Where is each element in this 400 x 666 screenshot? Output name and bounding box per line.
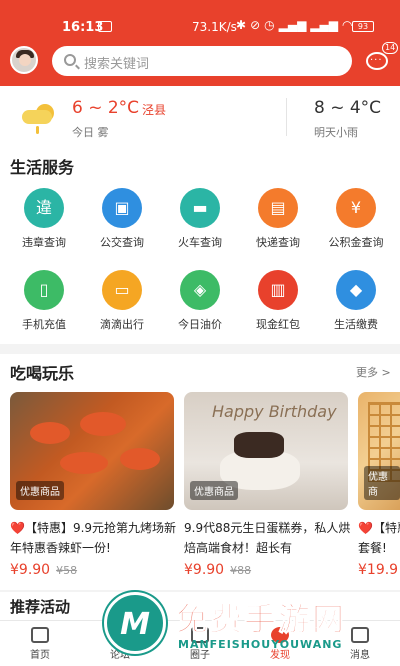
deal-description: ❤️【特惠】9.9元抢第九烤场新年特惠香辣虾一份! (10, 521, 177, 555)
battery-icon: 93 (352, 21, 374, 32)
more-link[interactable]: 更多 > (356, 364, 391, 380)
life-services-section: 生活服务 違违章查询 ▣ 公交查询 ▬ 火车查询 ▤ 快递查询 ¥ 公积金查询 ▯ 手机充值 ▭ 滴滴出… (0, 148, 400, 344)
deal-card[interactable]: 优惠商 ❤️【特惠】套餐! ¥19.9 (358, 392, 400, 578)
message-button[interactable]: ··· 14 (364, 42, 399, 76)
service-icon: ▭ (102, 270, 142, 310)
deal-tag: 优惠商 (364, 466, 400, 500)
service-item[interactable]: ▥ 现金红包 (242, 270, 314, 332)
section-title: 吃喝玩乐 (10, 364, 75, 383)
tomorrow-weather-desc: 明天小雨 (314, 126, 358, 139)
cake-image: Happy Birthday 优惠商品 (184, 392, 348, 510)
service-icon: ▤ (258, 188, 298, 228)
fog-weather-icon (22, 100, 54, 134)
service-icon: ◆ (336, 270, 376, 310)
service-item[interactable]: ▣ 公交查询 (86, 188, 158, 250)
service-label: 违章查询 (22, 236, 66, 249)
service-label: 公交查询 (100, 236, 144, 249)
service-item[interactable]: ▯ 手机充值 (8, 270, 80, 332)
tomorrow-temperature: 8 ~ 4°C (314, 98, 382, 118)
top-header: 16:13 73.1K/s ✱ ⊘ ◷ ▂▄▆ ▂▄▆ ◠ 93 搜索关键词 ·… (0, 0, 400, 86)
original-price: ¥58 (56, 564, 78, 577)
deal-tag: 优惠商品 (190, 481, 238, 500)
search-icon (64, 54, 76, 66)
cake-sign: Happy Birthday (212, 402, 337, 421)
service-label: 公积金查询 (328, 236, 384, 249)
deal-price: ¥9.90 ¥58 (10, 562, 78, 578)
deal-price: ¥19.9 (358, 562, 399, 578)
message-badge: 14 (382, 42, 399, 54)
service-item[interactable]: ▤ 快递查询 (242, 188, 314, 250)
service-label: 火车查询 (178, 236, 222, 249)
search-input[interactable]: 搜索关键词 (52, 46, 352, 76)
deal-description: ❤️【特惠】套餐! (358, 521, 400, 555)
service-icon: ¥ (336, 188, 376, 228)
service-label: 今日油价 (178, 318, 222, 331)
original-price: ¥88 (230, 564, 252, 577)
service-item[interactable]: 違违章查询 (8, 188, 80, 250)
service-icon: ▥ (258, 270, 298, 310)
today-weather-desc: 今日 雾 (72, 126, 109, 139)
deal-tag: 优惠商品 (16, 481, 64, 500)
deal-card[interactable]: Happy Birthday 优惠商品 9.9代88元生日蛋糕券，私人烘焙高端食… (184, 392, 350, 578)
deal-price: ¥9.90 ¥88 (184, 562, 252, 578)
today-temperature: 6 ~ 2°C (72, 98, 140, 118)
status-icons: ✱ ⊘ ◷ ▂▄▆ ▂▄▆ ◠ (236, 18, 352, 32)
watermark: M 免费手游网 MANFEISHOUYOUWANG (104, 588, 394, 666)
signal-icon: ▂▄▆ (278, 18, 307, 32)
tab-home[interactable]: 首页 (10, 627, 70, 661)
watermark-subtext: MANFEISHOUYOUWANG (178, 638, 343, 651)
section-title: 推荐活动 (10, 598, 71, 616)
service-icon: ◈ (180, 270, 220, 310)
signal2-icon: ▂▄▆ (310, 18, 338, 32)
service-label: 生活缴费 (334, 318, 378, 331)
section-title: 生活服务 (10, 158, 75, 177)
service-icon: 違 (24, 188, 64, 228)
status-bar: 16:13 73.1K/s ✱ ⊘ ◷ ▂▄▆ ▂▄▆ ◠ 93 (0, 0, 400, 36)
alarm-icon: ◷ (264, 18, 275, 32)
service-icon: ▬ (180, 188, 220, 228)
service-item[interactable]: ▬ 火车查询 (164, 188, 236, 250)
service-icon: ▣ (102, 188, 142, 228)
sim-icon (98, 21, 112, 32)
service-label: 滴滴出行 (100, 318, 144, 331)
weather-location[interactable]: 泾县 (142, 101, 166, 118)
service-label: 快递查询 (256, 236, 300, 249)
deal-card[interactable]: 优惠商品 ❤️【特惠】9.9元抢第九烤场新年特惠香辣虾一份! ¥9.90 ¥58 (10, 392, 176, 578)
eat-play-section: 吃喝玩乐 更多 > 优惠商品 ❤️【特惠】9.9元抢第九烤场新年特惠香辣虾一份!… (0, 354, 400, 590)
network-speed: 73.1K/s (192, 20, 237, 34)
search-placeholder: 搜索关键词 (84, 57, 150, 72)
mute-icon: ⊘ (250, 18, 261, 32)
weather-panel[interactable]: 6 ~ 2°C 泾县 今日 雾 8 ~ 4°C 明天小雨 (0, 86, 400, 148)
service-label: 现金红包 (256, 318, 300, 331)
wifi-icon: ◠ (341, 18, 353, 32)
service-item[interactable]: ◈ 今日油价 (164, 270, 236, 332)
deal-description: 9.9代88元生日蛋糕券，私人烘焙高端食材！超长有 (184, 521, 351, 555)
home-icon (31, 627, 49, 643)
service-item[interactable]: ◆ 生活缴费 (320, 270, 392, 332)
service-item[interactable]: ▭ 滴滴出行 (86, 270, 158, 332)
service-icon: ▯ (24, 270, 64, 310)
waffle-image: 优惠商 (358, 392, 400, 510)
avatar[interactable] (10, 46, 38, 74)
watermark-text: 免费手游网 (175, 600, 347, 639)
food-image: 优惠商品 (10, 392, 174, 510)
service-item[interactable]: ¥ 公积金查询 (320, 188, 392, 250)
bluetooth-icon: ✱ (236, 18, 247, 32)
watermark-logo-icon: M (104, 592, 166, 654)
service-label: 手机充值 (22, 318, 66, 331)
weather-divider (286, 98, 287, 136)
